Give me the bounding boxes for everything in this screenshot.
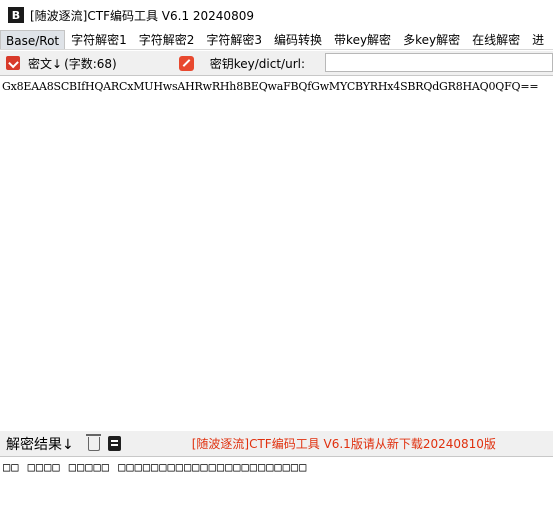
tab-encoding-convert[interactable]: 编码转换 — [268, 30, 328, 49]
tab-base-rot[interactable]: Base/Rot — [0, 30, 66, 49]
result-label: 解密结果↓ — [6, 436, 74, 453]
app-logo-icon: B — [8, 7, 24, 23]
key-input[interactable] — [325, 53, 553, 72]
cipher-label: 密文↓ — [28, 56, 63, 71]
key-label: 密钥key/dict/url: — [209, 56, 306, 71]
tab-advanced[interactable]: 进 — [526, 30, 550, 49]
result-toolbar: 解密结果↓ [随波逐流]CTF编码工具 V6.1版请从新下载20240810版 — [0, 431, 553, 456]
tab-online-decrypt[interactable]: 在线解密 — [466, 30, 526, 49]
tab-multi-key-decrypt[interactable]: 多key解密 — [397, 30, 466, 49]
decrypt-arrow-icon[interactable] — [6, 56, 20, 70]
tab-char-decrypt-2[interactable]: 字符解密2 — [133, 30, 201, 49]
tab-key-decrypt[interactable]: 带key解密 — [328, 30, 397, 49]
cipher-text: Gx8EAA8SCBIfHQARCxMUHwsAHRwRHh8BEQwaFBQf… — [2, 80, 539, 93]
result-textarea[interactable]: □□ □□□□ □□□□□ □□□□□□□□□□□□□□□□□□□□□□□ — [0, 456, 553, 512]
tab-char-decrypt-1[interactable]: 字符解密1 — [65, 30, 133, 49]
trash-icon[interactable] — [85, 433, 101, 451]
tab-char-decrypt-3[interactable]: 字符解密3 — [200, 30, 268, 49]
download-notice[interactable]: [随波逐流]CTF编码工具 V6.1版请从新下载20240810版 — [192, 435, 496, 452]
window-title: [随波逐流]CTF编码工具 V6.1 20240809 — [30, 8, 254, 23]
title-bar: B [随波逐流]CTF编码工具 V6.1 20240809 — [0, 0, 553, 30]
cipher-toolbar: 密文↓ (字数:68) 密钥key/dict/url: — [0, 51, 553, 75]
result-text: □□ □□□□ □□□□□ □□□□□□□□□□□□□□□□□□□□□□□ — [3, 460, 308, 474]
copy-icon[interactable] — [107, 436, 121, 451]
edit-icon[interactable] — [178, 55, 194, 71]
char-count: (字数:68) — [64, 56, 117, 71]
tab-bar: Base/Rot 字符解密1 字符解密2 字符解密3 编码转换 带key解密 多… — [0, 30, 553, 50]
cipher-textarea[interactable]: Gx8EAA8SCBIfHQARCxMUHwsAHRwRHh8BEQwaFBQf… — [0, 75, 553, 430]
